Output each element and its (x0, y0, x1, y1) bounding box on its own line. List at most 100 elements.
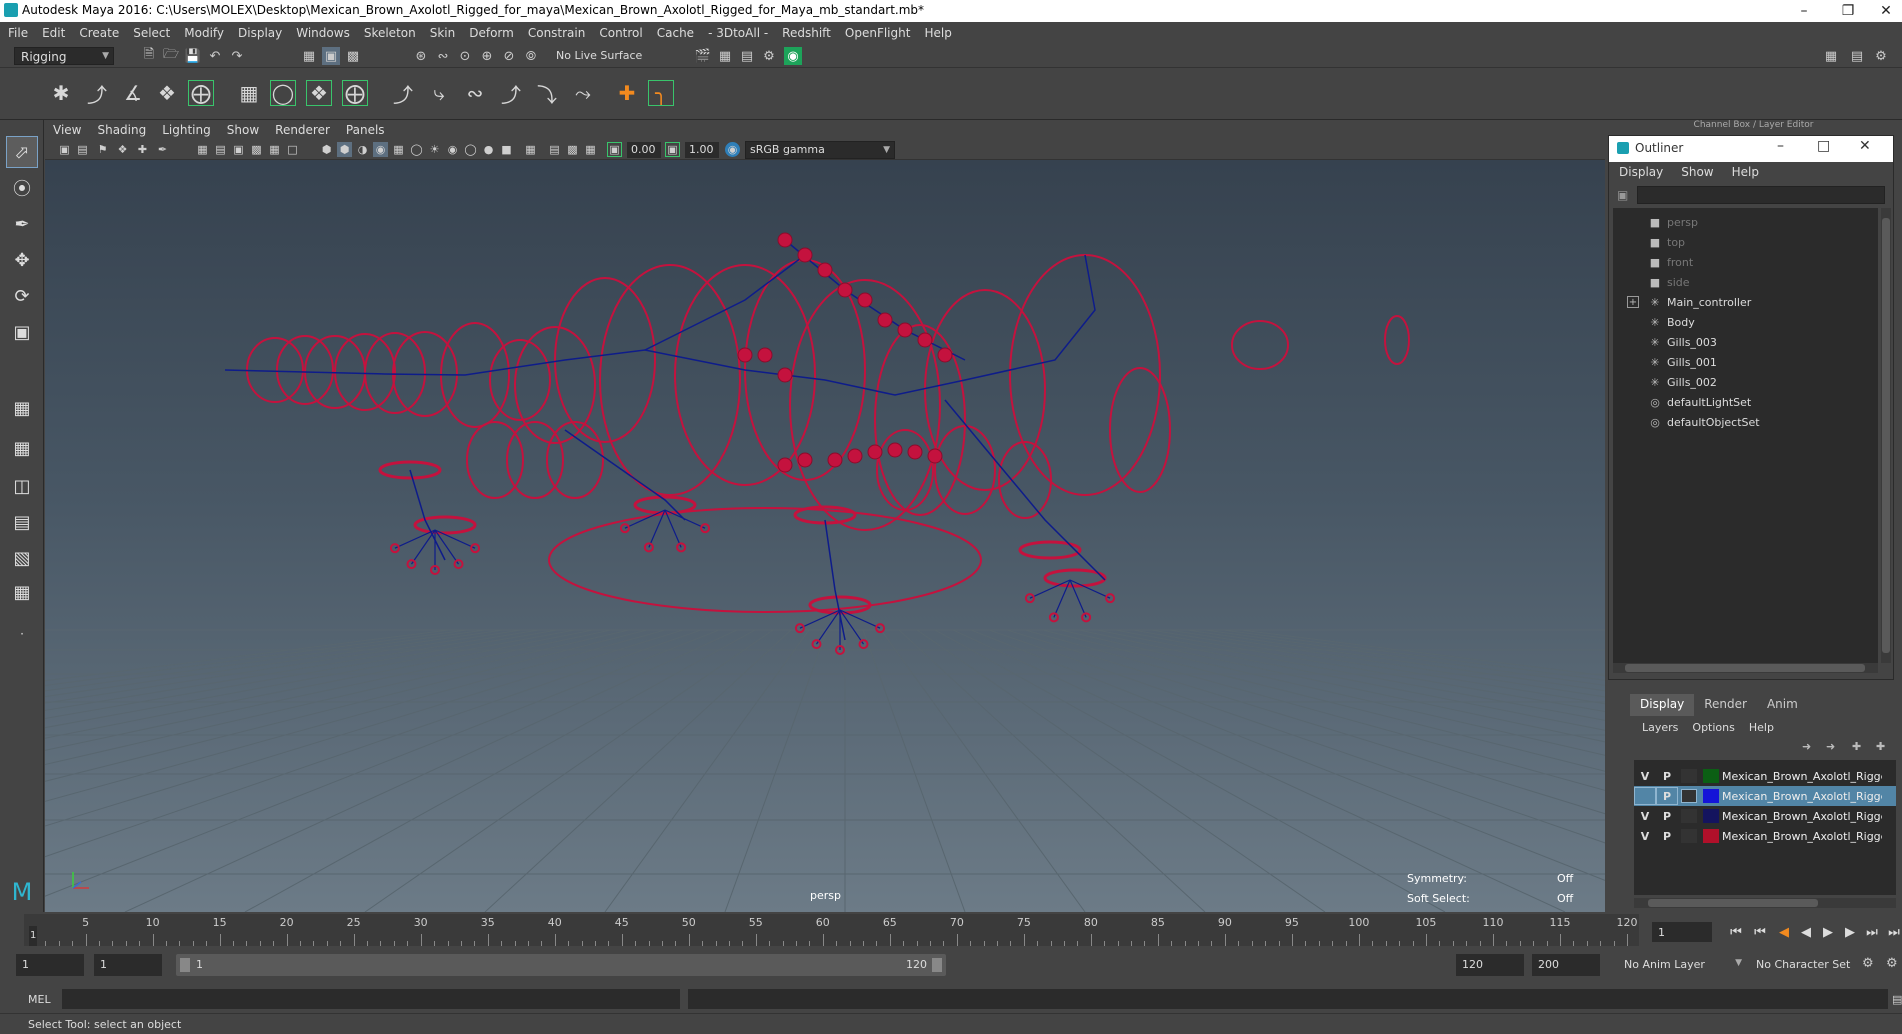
multisample-icon[interactable]: ■ (499, 142, 514, 157)
playback-start-field[interactable]: 1 (94, 954, 162, 976)
camera-select-icon[interactable]: ▣ (57, 142, 72, 157)
select-object-icon[interactable]: ▣ (322, 47, 340, 65)
layout-more-icon[interactable]: · (6, 618, 38, 650)
wireframe-icon[interactable]: ⬢ (319, 142, 334, 157)
outliner-item[interactable]: ◎ defaultLightSet (1613, 392, 1878, 412)
bind-skin-icon[interactable]: ⤴ (390, 80, 416, 107)
gamma-icon[interactable]: ▣ (665, 142, 680, 157)
command-input[interactable] (62, 989, 680, 1009)
lasso-tool-icon[interactable]: ⦿ (6, 172, 38, 204)
step-back-frame-icon[interactable]: ◀ (1774, 922, 1794, 942)
hypershade-layout-icon[interactable]: ▦ (6, 576, 38, 608)
redo-icon[interactable]: ↷ (228, 47, 246, 65)
outliner-item[interactable]: ◎ defaultObjectSet (1613, 412, 1878, 432)
layer-playback-toggle[interactable]: P (1656, 827, 1678, 845)
open-scene-icon[interactable]: 🗁 (162, 47, 180, 65)
joint-tool-icon[interactable]: ✱ (48, 80, 74, 106)
select-tool-icon[interactable]: ⬀ (6, 136, 38, 168)
layer-name[interactable]: Mexican_Brown_Axolotl_Rigged_ (1722, 830, 1882, 843)
snap-grid-icon[interactable]: ⊛ (412, 47, 430, 65)
film-gate-icon[interactable]: ▤ (213, 142, 228, 157)
menu-redshift[interactable]: Redshift (782, 26, 831, 40)
outliner-item[interactable]: ✳ Gills_003 (1613, 332, 1878, 352)
menu-constrain[interactable]: Constrain (528, 26, 586, 40)
image-plane-icon[interactable]: ❖ (115, 142, 130, 157)
outliner-item[interactable]: ■ persp (1613, 212, 1878, 232)
render-settings-icon[interactable]: ⚙ (760, 47, 778, 65)
exposure-field[interactable]: 0.00 (627, 142, 661, 158)
outliner-item[interactable]: + ✳ Main_controller (1613, 292, 1878, 312)
select-hierarchy-icon[interactable]: ▦ (300, 47, 318, 65)
cmd-language-label[interactable]: MEL (28, 993, 51, 1006)
layer-visibility-toggle[interactable]: V (1634, 807, 1656, 825)
layer-playback-toggle[interactable]: P (1656, 787, 1678, 805)
textured-icon[interactable]: ▦ (391, 142, 406, 157)
menu-file[interactable]: File (8, 26, 28, 40)
playback-end-field[interactable]: 120 (1456, 954, 1524, 976)
two-d-pan-icon[interactable]: ✚ (135, 142, 150, 157)
layer-name[interactable]: Mexican_Brown_Axolotl_Rigged_ (1722, 810, 1882, 823)
select-component-icon[interactable]: ▩ (344, 47, 362, 65)
outliner-minimize-button[interactable]: – (1777, 138, 1784, 154)
smooth-bind-icon[interactable]: ⤷ (426, 80, 452, 106)
point-constraint-icon[interactable]: ✚ (614, 80, 640, 106)
menu-openflight[interactable]: OpenFlight (845, 26, 911, 40)
smooth-shade-icon[interactable]: ⬢ (337, 142, 352, 157)
modeling-toolkit-icon[interactable]: ▦ (1822, 47, 1840, 65)
layer-name[interactable]: Mexican_Brown_Axolotl_Rigged_ (1722, 770, 1882, 783)
layer-display-type[interactable] (1681, 829, 1697, 843)
camera-lock-icon[interactable]: ▤ (75, 142, 90, 157)
menu-edit[interactable]: Edit (42, 26, 65, 40)
time-slider-track[interactable]: 5 10 15 20 25 30 35 40 45 50 55 60 65 70 75 80 85 90 95 100… (24, 914, 1639, 946)
menu-cache[interactable]: Cache (657, 26, 694, 40)
render-view-icon[interactable]: ▦ (716, 47, 734, 65)
new-layer-selected-icon[interactable]: ✚ (1876, 740, 1885, 753)
rigid-bind-icon[interactable]: ⤴ (498, 80, 524, 107)
menu-3dtoall[interactable]: - 3DtoAll - (708, 26, 768, 40)
outliner-item[interactable]: ✳ Body (1613, 312, 1878, 332)
ik-spline-icon[interactable]: ❖ (154, 80, 180, 106)
outliner-menu-display[interactable]: Display (1619, 165, 1663, 179)
layer-color-swatch[interactable] (1703, 789, 1719, 803)
snap-curve-icon[interactable]: ∾ (434, 47, 452, 65)
xray-joints-icon[interactable]: ▤ (547, 142, 562, 157)
menu-skeleton[interactable]: Skeleton (364, 26, 416, 40)
outliner-item[interactable]: ✳ Gills_002 (1613, 372, 1878, 392)
menu-create[interactable]: Create (79, 26, 119, 40)
grid-toggle-icon[interactable]: ▦ (195, 142, 210, 157)
layer-row[interactable]: P Mexican_Brown_Axolotl_Rigged (1634, 786, 1896, 806)
snap-view-icon[interactable]: ⊕ (478, 47, 496, 65)
colorspace-dropdown[interactable]: sRGB gamma ▼ (745, 141, 895, 159)
move-layer-up-icon[interactable]: ➜ (1802, 740, 1811, 753)
snap-point-icon[interactable]: ⊙ (456, 47, 474, 65)
outliner-layout-icon[interactable]: ▤ (6, 506, 38, 538)
menu-windows[interactable]: Windows (296, 26, 350, 40)
layer-menu-help[interactable]: Help (1749, 721, 1774, 734)
xray-icon[interactable]: ◉ (445, 142, 460, 157)
screen-space-ao-icon[interactable]: ◯ (463, 142, 478, 157)
layer-menu-layers[interactable]: Layers (1642, 721, 1678, 734)
menu-help[interactable]: Help (924, 26, 951, 40)
rotate-tool-icon[interactable]: ⟳ (6, 280, 38, 312)
paint-select-icon[interactable]: ✒ (6, 208, 38, 240)
outliner-menu-show[interactable]: Show (1681, 165, 1713, 179)
menu-display[interactable]: Display (238, 26, 282, 40)
menu-set-dropdown[interactable]: Rigging ▼ (14, 47, 114, 65)
layer-playback-toggle[interactable]: P (1656, 767, 1678, 785)
viewport-persp[interactable]: persp Symmetry: Off Soft Select: Off (45, 160, 1620, 912)
maya-home-icon[interactable]: M (6, 876, 38, 908)
anim-start-field[interactable]: 1 (16, 954, 84, 976)
field-chart-icon[interactable]: ▦ (267, 142, 282, 157)
gamma-field[interactable]: 1.00 (685, 142, 719, 158)
create-locator-icon[interactable]: ⨁ (188, 80, 214, 106)
wrap-deformer-icon[interactable]: ❖ (306, 80, 332, 106)
attribute-editor-icon[interactable]: ▤ (1848, 47, 1866, 65)
anim-prefs-icon[interactable]: ⚙ (1886, 956, 1898, 971)
layer-color-swatch[interactable] (1703, 829, 1719, 843)
go-to-end-icon[interactable]: ⏭ (1884, 922, 1902, 942)
layer-playback-toggle[interactable]: P (1656, 807, 1678, 825)
anim-end-field[interactable]: 200 (1532, 954, 1600, 976)
panel-menu-renderer[interactable]: Renderer (275, 123, 330, 137)
layer-row[interactable]: VP Mexican_Brown_Axolotl_Rigged_ (1634, 766, 1896, 786)
outliner-item[interactable]: ■ top (1613, 232, 1878, 252)
